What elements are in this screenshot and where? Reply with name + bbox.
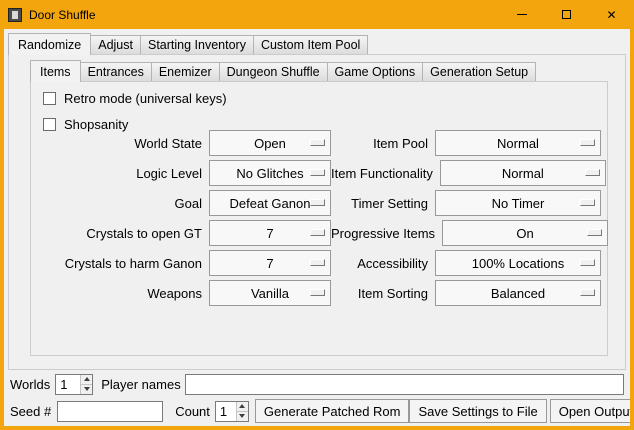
menu-indicator-icon <box>310 259 325 266</box>
item-sorting-dropdown[interactable]: Balanced <box>435 280 601 306</box>
tab-game-options[interactable]: Game Options <box>327 62 424 81</box>
menu-indicator-icon <box>310 199 325 206</box>
count-spinbox-down-button[interactable] <box>237 412 248 421</box>
menu-indicator-icon <box>580 289 595 296</box>
menu-indicator-icon <box>587 229 602 236</box>
arrow-up-icon <box>239 404 245 408</box>
tab-items[interactable]: Items <box>30 60 81 82</box>
menu-indicator-icon <box>585 169 600 176</box>
form-row: World State Open Item Pool Normal <box>31 130 607 156</box>
tab-generation-setup[interactable]: Generation Setup <box>422 62 536 81</box>
generate-row: Seed # Count 1 Generate Patched Rom Save… <box>10 399 626 423</box>
seed-input[interactable] <box>57 401 163 422</box>
weapons-dropdown[interactable]: Vanilla <box>209 280 331 306</box>
count-spinbox-up-button[interactable] <box>237 402 248 412</box>
checkbox-icon <box>43 118 56 131</box>
count-label: Count <box>175 404 210 419</box>
goal-label: Goal <box>31 196 209 211</box>
tab-entrances[interactable]: Entrances <box>80 62 152 81</box>
form-row: Weapons Vanilla Item Sorting Balanced <box>31 280 607 306</box>
item-functionality-dropdown[interactable]: Normal <box>440 160 606 186</box>
tab-adjust[interactable]: Adjust <box>90 35 141 54</box>
window-title: Door Shuffle <box>29 8 96 22</box>
logic-level-dropdown[interactable]: No Glitches <box>209 160 331 186</box>
goal-dropdown[interactable]: Defeat Ganon <box>209 190 331 216</box>
checkbox-label: Retro mode (universal keys) <box>64 91 227 106</box>
form-row: Crystals to open GT 7 Progressive Items … <box>31 220 607 246</box>
crystals-open-gt-dropdown[interactable]: 7 <box>209 220 331 246</box>
item-pool-label: Item Pool <box>331 136 435 151</box>
tab-starting-inventory[interactable]: Starting Inventory <box>140 35 254 54</box>
maximize-icon <box>562 10 571 19</box>
weapons-label: Weapons <box>31 286 209 301</box>
items-pane: Retro mode (universal keys) Shopsanity W… <box>30 81 608 356</box>
form-row: Goal Defeat Ganon Timer Setting No Timer <box>31 190 607 216</box>
titlebar[interactable]: Door Shuffle ✕ <box>0 0 634 29</box>
seed-label: Seed # <box>10 404 51 419</box>
maximize-button[interactable] <box>544 0 589 29</box>
form-row: Crystals to harm Ganon 7 Accessibility 1… <box>31 250 607 276</box>
progressive-items-label: Progressive Items <box>331 226 442 241</box>
crystals-harm-ganon-dropdown[interactable]: 7 <box>209 250 331 276</box>
app-icon <box>8 8 22 22</box>
arrow-down-icon <box>84 387 90 391</box>
minimize-icon <box>517 14 527 15</box>
close-icon: ✕ <box>606 9 616 21</box>
accessibility-dropdown[interactable]: 100% Locations <box>435 250 601 276</box>
worlds-spinbox[interactable]: 1 <box>55 374 93 395</box>
outer-tab-bar: Randomize Adjust Starting Inventory Cust… <box>8 32 368 54</box>
worlds-spinbox-down-button[interactable] <box>81 385 92 394</box>
checkbox-icon <box>43 92 56 105</box>
menu-indicator-icon <box>580 259 595 266</box>
window-controls: ✕ <box>499 0 634 29</box>
item-functionality-label: Item Functionality <box>331 166 440 181</box>
generate-patched-rom-button[interactable]: Generate Patched Rom <box>255 399 410 423</box>
worlds-spinbox-up-button[interactable] <box>81 375 92 385</box>
player-names-input[interactable] <box>185 374 624 395</box>
worlds-row: Worlds 1 Player names <box>10 373 626 395</box>
timer-setting-label: Timer Setting <box>331 196 435 211</box>
form-row: Logic Level No Glitches Item Functionali… <box>31 160 607 186</box>
save-settings-button[interactable]: Save Settings to File <box>409 399 546 423</box>
options-form: World State Open Item Pool Normal Logic … <box>31 130 607 310</box>
minimize-button[interactable] <box>499 0 544 29</box>
client-area: Randomize Adjust Starting Inventory Cust… <box>4 29 630 426</box>
close-button[interactable]: ✕ <box>589 0 634 29</box>
open-output-directory-button[interactable]: Open Output Directory <box>550 399 630 423</box>
menu-indicator-icon <box>310 169 325 176</box>
randomize-pane: Items Entrances Enemizer Dungeon Shuffle… <box>8 54 626 370</box>
menu-indicator-icon <box>310 289 325 296</box>
arrow-down-icon <box>239 414 245 418</box>
worlds-label: Worlds <box>10 377 50 392</box>
inner-tab-bar: Items Entrances Enemizer Dungeon Shuffle… <box>30 59 536 81</box>
crystals-open-gt-label: Crystals to open GT <box>31 226 209 241</box>
world-state-dropdown[interactable]: Open <box>209 130 331 156</box>
tab-dungeon-shuffle[interactable]: Dungeon Shuffle <box>219 62 328 81</box>
menu-indicator-icon <box>580 139 595 146</box>
tab-enemizer[interactable]: Enemizer <box>151 62 220 81</box>
window: Door Shuffle ✕ Randomize Adjust Starting… <box>0 0 634 430</box>
progressive-items-dropdown[interactable]: On <box>442 220 608 246</box>
timer-setting-dropdown[interactable]: No Timer <box>435 190 601 216</box>
menu-indicator-icon <box>310 139 325 146</box>
logic-level-label: Logic Level <box>31 166 209 181</box>
menu-indicator-icon <box>580 199 595 206</box>
arrow-up-icon <box>84 377 90 381</box>
world-state-label: World State <box>31 136 209 151</box>
player-names-label: Player names <box>101 377 180 392</box>
retro-mode-checkbox[interactable]: Retro mode (universal keys) <box>43 90 607 106</box>
item-sorting-label: Item Sorting <box>331 286 435 301</box>
menu-indicator-icon <box>310 229 325 236</box>
tab-randomize[interactable]: Randomize <box>8 33 91 55</box>
accessibility-label: Accessibility <box>331 256 435 271</box>
count-spinbox[interactable]: 1 <box>215 401 249 422</box>
tab-custom-item-pool[interactable]: Custom Item Pool <box>253 35 368 54</box>
item-pool-dropdown[interactable]: Normal <box>435 130 601 156</box>
crystals-harm-ganon-label: Crystals to harm Ganon <box>31 256 209 271</box>
